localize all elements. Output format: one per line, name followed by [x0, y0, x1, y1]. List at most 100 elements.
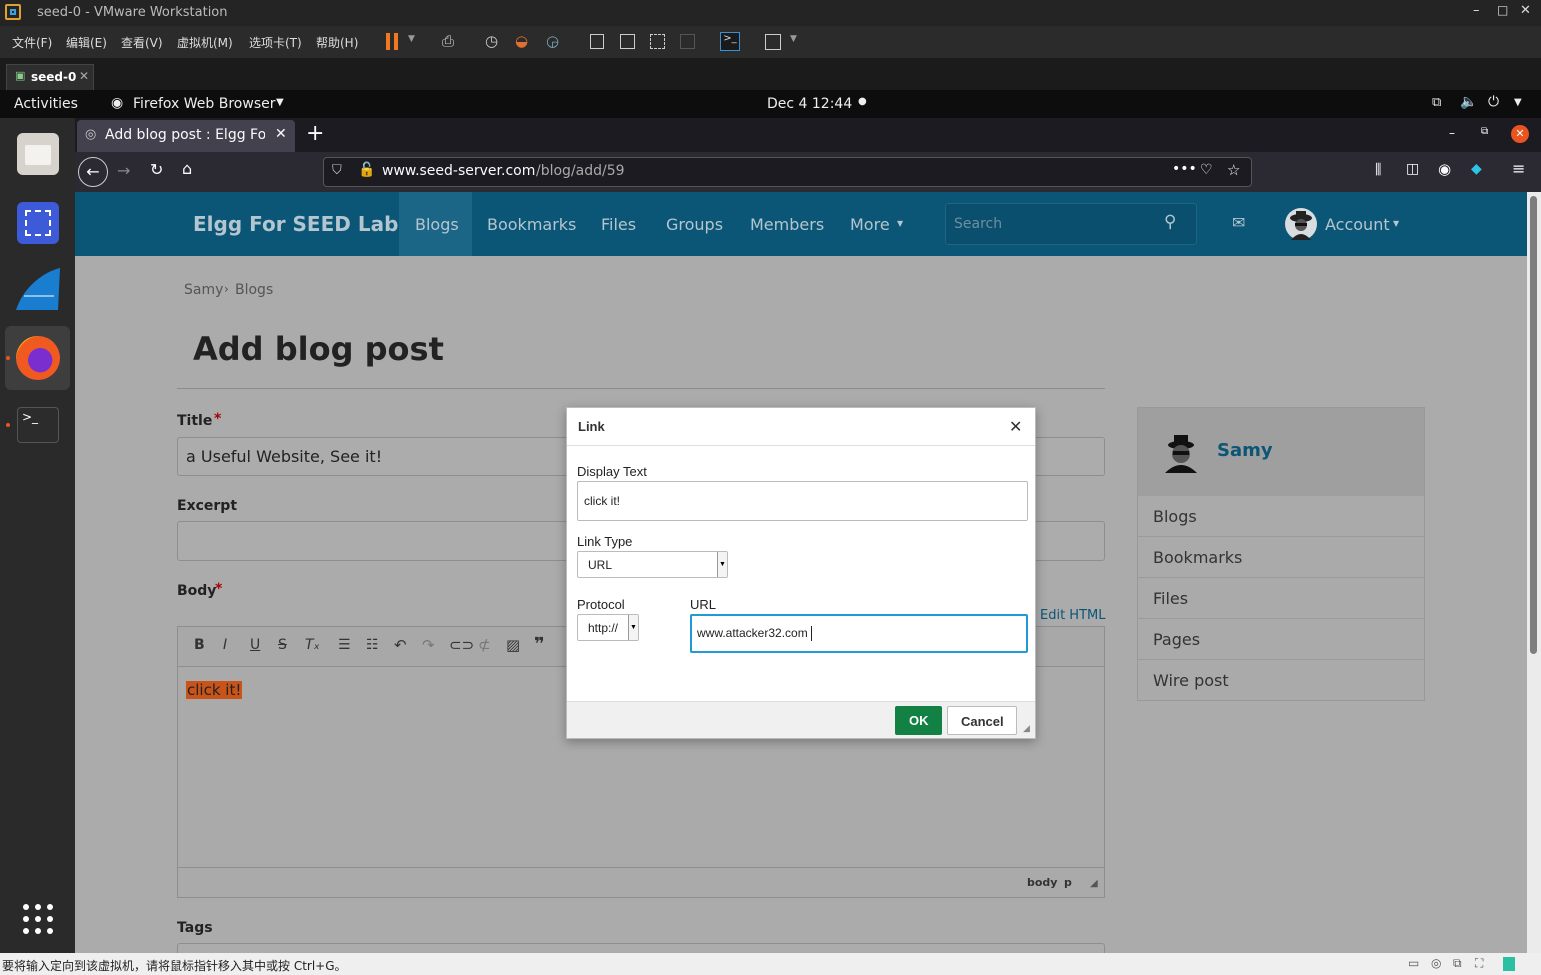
sidebar-item-files[interactable]: Files — [1138, 578, 1424, 619]
bullet-list-icon[interactable]: ☷ — [366, 637, 379, 653]
home-button[interactable]: ⌂ — [182, 159, 192, 178]
clock[interactable]: Dec 4 12:44 — [767, 96, 852, 112]
tab-seed-0[interactable]: ▣ seed-0 ✕ — [6, 64, 94, 90]
manage-snapshot-icon[interactable]: ◶ — [546, 32, 559, 50]
menu-edit[interactable]: 编辑(E) — [66, 34, 107, 51]
chevron-down-icon[interactable]: ▼ — [408, 34, 415, 44]
minimize-icon[interactable]: – — [1473, 3, 1480, 18]
snapshot-icon[interactable]: ◷ — [485, 32, 498, 50]
nav-files[interactable]: Files — [601, 215, 636, 234]
owner-name[interactable]: Samy — [1217, 440, 1273, 461]
scrollbar-thumb[interactable] — [1530, 196, 1537, 654]
show-apps-icon[interactable] — [22, 903, 54, 935]
terminal-icon[interactable]: >_ — [17, 407, 59, 443]
body-text-selected[interactable]: click it! — [186, 681, 243, 699]
chevron-down-icon[interactable]: ▼ — [717, 552, 727, 577]
link-icon[interactable]: ⊂⊃ — [449, 636, 474, 654]
ok-button[interactable]: OK — [895, 706, 942, 735]
search-icon[interactable]: ⚲ — [1164, 212, 1176, 232]
back-button[interactable]: ← — [78, 157, 108, 187]
display-text-input[interactable]: click it! — [577, 481, 1028, 521]
link-type-select[interactable]: URL ▼ — [577, 551, 728, 578]
library-icon[interactable]: ⫼ — [1375, 162, 1381, 178]
close-icon[interactable]: ✕ — [1520, 3, 1531, 18]
account-menu[interactable]: Account — [1325, 215, 1390, 234]
strikethrough-icon[interactable]: S — [278, 637, 287, 653]
resize-handle-icon[interactable]: ◢ — [1090, 878, 1098, 889]
menu-help[interactable]: 帮助(H) — [316, 34, 358, 51]
revert-snapshot-icon[interactable]: ◒ — [515, 32, 528, 50]
wireshark-icon[interactable] — [14, 266, 62, 314]
menu-file[interactable]: 文件(F) — [12, 34, 52, 51]
usb-icon[interactable]: ⛶ — [1475, 956, 1483, 971]
site-brand[interactable]: Elgg For SEED Labs — [193, 212, 410, 236]
files-icon[interactable] — [17, 133, 59, 175]
cd-icon[interactable]: ◎ — [1431, 956, 1441, 970]
avatar[interactable] — [1160, 431, 1202, 473]
browser-tab[interactable]: ◎ Add blog post : Elgg For ✕ — [77, 120, 295, 152]
network-adapter-icon[interactable]: ⧉ — [1453, 956, 1462, 971]
sidebar-icon[interactable]: ◫ — [1406, 161, 1419, 177]
image-icon[interactable]: ▨ — [506, 636, 520, 654]
console-view-icon[interactable]: >_ — [720, 32, 740, 51]
stretch-icon[interactable] — [765, 34, 781, 50]
chevron-down-icon[interactable]: ▼ — [628, 615, 638, 640]
sidebar-item-blogs[interactable]: Blogs — [1138, 496, 1424, 537]
blockquote-icon[interactable]: ❞ — [534, 634, 545, 655]
redo-icon[interactable]: ↷ — [422, 636, 435, 654]
menu-hamburger-icon[interactable]: ≡ — [1512, 159, 1525, 178]
page-actions-icon[interactable]: ••• — [1172, 161, 1197, 177]
breadcrumb-samy[interactable]: Samy — [184, 282, 223, 298]
hdd-icon[interactable]: ▭ — [1408, 956, 1419, 970]
power-icon[interactable]: ⏻ — [1488, 94, 1499, 110]
avatar[interactable] — [1285, 208, 1317, 240]
sidebar-item-bookmarks[interactable]: Bookmarks — [1138, 537, 1424, 578]
resize-handle-icon[interactable]: ◢ — [1023, 723, 1030, 734]
nav-groups[interactable]: Groups — [666, 215, 723, 234]
fullscreen-icon[interactable] — [650, 34, 665, 49]
bookmark-star-icon[interactable]: ☆ — [1227, 161, 1240, 179]
insecure-lock-icon[interactable]: 🔓 — [358, 162, 375, 178]
menu-tabs[interactable]: 选项卡(T) — [249, 34, 302, 51]
protocol-select[interactable]: http:// ▼ — [577, 614, 639, 641]
breadcrumb-blogs[interactable]: Blogs — [235, 282, 273, 298]
url-bar[interactable]: ⛉ 🔓 www.seed-server.com /blog/add/59 •••… — [323, 157, 1252, 187]
chevron-down-icon[interactable]: ▼ — [790, 34, 797, 44]
chevron-down-icon[interactable]: ▼ — [1514, 97, 1522, 108]
network-icon[interactable]: ⧉ — [1432, 95, 1441, 110]
sidebar-view-icon[interactable] — [590, 34, 604, 49]
restore-icon[interactable]: ⧉ — [1481, 126, 1488, 137]
close-window-icon[interactable]: ✕ — [1511, 125, 1529, 143]
cancel-button[interactable]: Cancel — [947, 706, 1017, 735]
menu-vm[interactable]: 虚拟机(M) — [177, 34, 233, 51]
italic-icon[interactable]: I — [223, 637, 227, 653]
sidebar-item-pages[interactable]: Pages — [1138, 619, 1424, 660]
thumbnail-view-icon[interactable] — [620, 34, 635, 49]
maximize-icon[interactable]: □ — [1497, 3, 1508, 17]
volume-icon[interactable]: 🔈 — [1460, 94, 1477, 110]
account-icon[interactable]: ◉ — [1438, 160, 1451, 178]
element-path-body[interactable]: body — [1027, 876, 1057, 889]
unlink-icon[interactable]: ⊄ — [478, 636, 491, 654]
reload-button[interactable]: ↻ — [150, 160, 163, 179]
remove-format-icon[interactable]: Tₓ — [305, 637, 320, 653]
undo-icon[interactable]: ↶ — [394, 636, 407, 654]
url-input[interactable]: www.attacker32.com — [690, 614, 1028, 653]
search-input[interactable]: Search ⚲ — [945, 203, 1197, 245]
edit-html-link[interactable]: Edit HTML — [1040, 608, 1105, 623]
new-tab-icon[interactable]: + — [306, 121, 324, 146]
close-icon[interactable]: ✕ — [1009, 417, 1022, 437]
messages-icon[interactable]: ✉ — [1232, 213, 1245, 232]
tags-input[interactable] — [177, 943, 1105, 953]
pocket-icon[interactable]: ♡ — [1200, 162, 1213, 178]
page-scrollbar[interactable] — [1527, 192, 1541, 953]
firefox-dock-active[interactable] — [5, 326, 70, 390]
numbered-list-icon[interactable]: ☰ — [338, 637, 351, 653]
sidebar-item-wire-post[interactable]: Wire post — [1138, 660, 1424, 701]
chevron-down-icon[interactable]: ▼ — [276, 97, 284, 108]
activities-button[interactable]: Activities — [14, 96, 78, 112]
close-icon[interactable]: ✕ — [79, 69, 89, 83]
minimize-icon[interactable]: – — [1449, 126, 1455, 140]
extension-icon[interactable]: ◆ — [1471, 161, 1482, 177]
app-menu[interactable]: Firefox Web Browser — [133, 96, 276, 112]
